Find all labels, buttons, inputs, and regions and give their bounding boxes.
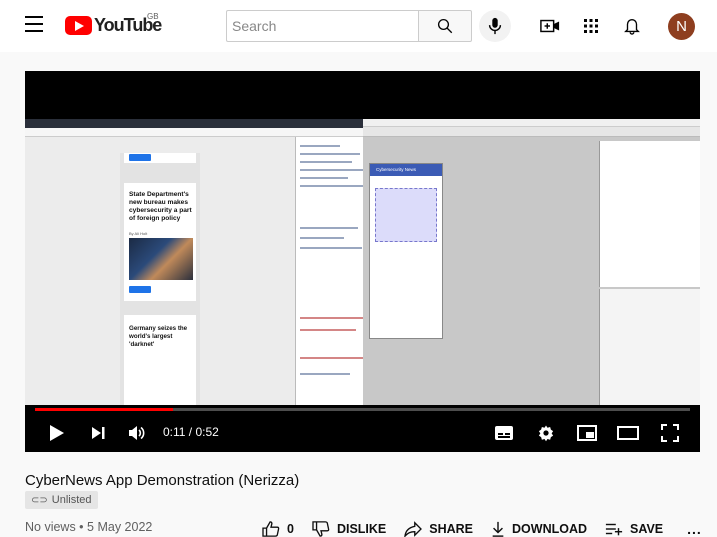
screen-component-tree (599, 141, 700, 287)
player-controls: 0:11 / 0:52 (25, 415, 700, 452)
settings-button[interactable] (534, 421, 558, 445)
subtitles-button[interactable] (492, 421, 516, 445)
screen-article-card: State Department's new bureau makes cybe… (124, 183, 196, 301)
video-frame: State Department's new bureau makes cybe… (25, 119, 700, 405)
visibility-label: Unlisted (51, 494, 92, 506)
screen-article-card: Germany seizes the world's largest 'dark… (124, 315, 196, 405)
play-button[interactable] (45, 421, 69, 445)
screen-phone-preview: State Department's new bureau makes cybe… (120, 153, 200, 405)
theater-mode-button[interactable] (616, 421, 640, 445)
search-button[interactable] (418, 10, 472, 42)
voice-search-button[interactable] (479, 10, 511, 42)
dislike-label: DISLIKE (336, 522, 387, 536)
notifications-button[interactable] (620, 14, 644, 38)
account-avatar[interactable]: N (668, 13, 695, 40)
miniplayer-icon (577, 425, 597, 441)
apps-grid-icon (584, 19, 598, 33)
screen-app-designer-window: Cybersecurity News (363, 119, 700, 405)
screen-article-image (129, 238, 193, 280)
next-icon (92, 427, 105, 439)
volume-button[interactable] (125, 421, 149, 445)
screen-app-canvas: Cybersecurity News (369, 163, 443, 339)
like-count: 0 (287, 522, 294, 536)
screen-article-byline: By Ali Holt (129, 231, 148, 236)
miniplayer-button[interactable] (575, 421, 599, 445)
create-button[interactable] (538, 14, 562, 38)
video-title: CyberNews App Demonstration (Nerizza) (25, 472, 300, 489)
save-label: SAVE (630, 522, 664, 536)
volume-icon (129, 426, 145, 440)
screen-properties-panel (599, 289, 700, 405)
screen-article-title: State Department's new bureau makes cybe… (129, 191, 192, 222)
theater-mode-icon (617, 426, 639, 440)
screen-browser-window: State Department's new bureau makes cybe… (25, 119, 383, 405)
next-button[interactable] (87, 421, 109, 445)
download-label: DOWNLOAD (512, 522, 588, 536)
menu-icon[interactable] (25, 16, 43, 32)
search-input[interactable] (227, 11, 418, 41)
screen-app-header: Cybersecurity News (370, 164, 442, 176)
video-player[interactable]: State Department's new bureau makes cybe… (25, 71, 700, 452)
play-icon (50, 425, 64, 441)
microphone-icon (488, 17, 502, 35)
save-to-playlist-icon (605, 523, 623, 536)
search-icon (437, 18, 453, 34)
save-button[interactable]: SAVE (605, 522, 663, 536)
gear-icon (538, 425, 554, 442)
fullscreen-button[interactable] (658, 421, 682, 445)
region-code: GB (147, 12, 159, 21)
time-display: 0:11 / 0:52 (163, 425, 219, 439)
progress-bar[interactable] (35, 408, 690, 411)
masthead: YouTube GB N (0, 0, 717, 52)
youtube-play-icon (65, 15, 92, 35)
bell-icon (624, 19, 640, 35)
search-box (226, 10, 418, 42)
video-meta: No views • 5 May 2022 (25, 520, 153, 534)
apps-button[interactable] (579, 14, 603, 38)
fullscreen-icon (661, 424, 679, 442)
subtitles-icon (495, 426, 513, 440)
create-video-icon (540, 19, 560, 33)
share-label: SHARE (429, 522, 474, 536)
visibility-badge: ⊂⊃ Unlisted (25, 491, 98, 509)
progress-fill (35, 408, 173, 411)
screen-article-title: Germany seizes the world's largest 'dark… (129, 325, 188, 348)
link-icon: ⊂⊃ (31, 494, 48, 506)
